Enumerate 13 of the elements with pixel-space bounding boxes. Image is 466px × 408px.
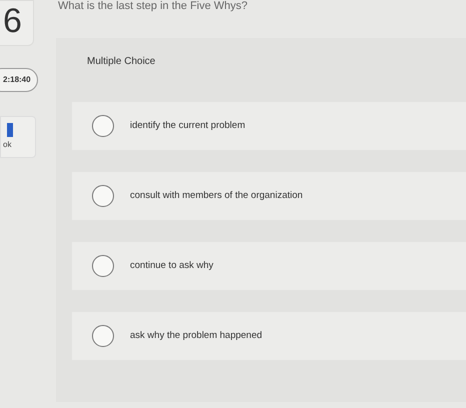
- question-text: What is the last step in the Five Whys?: [58, 0, 249, 14]
- radio-button[interactable]: [92, 255, 114, 277]
- answer-option[interactable]: consult with members of the organization: [72, 172, 466, 220]
- answer-option[interactable]: identify the current problem: [72, 102, 466, 150]
- ebook-link[interactable]: ok: [0, 116, 36, 158]
- answer-option[interactable]: ask why the problem happened: [72, 312, 466, 360]
- timer: 2:18:40: [0, 68, 38, 92]
- radio-button[interactable]: [92, 325, 114, 347]
- question-type-label: Multiple Choice: [87, 56, 156, 67]
- question-number: 6: [0, 0, 34, 46]
- answer-option[interactable]: continue to ask why: [72, 242, 466, 290]
- radio-button[interactable]: [92, 115, 114, 137]
- radio-button[interactable]: [92, 185, 114, 207]
